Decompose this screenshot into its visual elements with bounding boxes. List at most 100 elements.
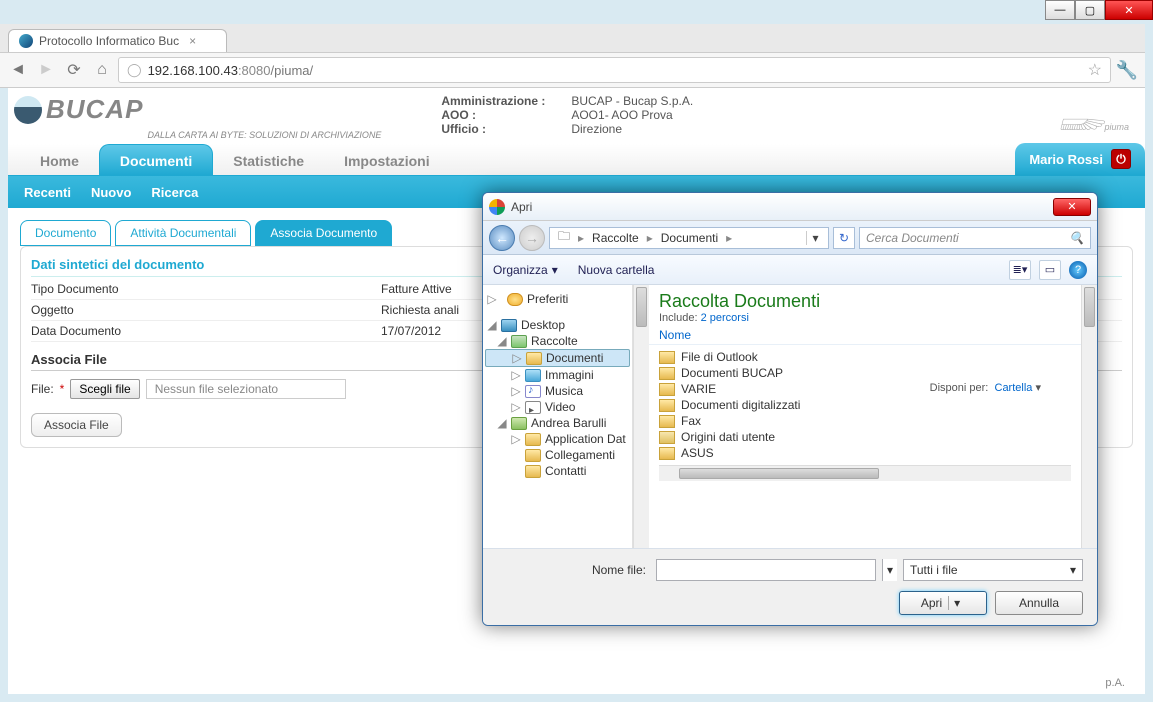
- list-item[interactable]: Fax: [659, 413, 1071, 429]
- field-value: 17/07/2012: [381, 324, 441, 338]
- choose-file-button[interactable]: Scegli file: [70, 379, 139, 399]
- search-icon: 🔍: [1069, 231, 1084, 245]
- help-icon[interactable]: ?: [1069, 261, 1087, 279]
- library-icon: [511, 335, 527, 348]
- scroll-thumb[interactable]: [1084, 287, 1095, 327]
- back-button[interactable]: ◄: [6, 58, 30, 82]
- logo-mark-icon: [14, 96, 42, 124]
- tree-scrollbar[interactable]: [633, 285, 649, 548]
- tree-desktop[interactable]: ◢Desktop: [485, 317, 630, 333]
- tree-raccolte[interactable]: ◢Raccolte: [485, 333, 630, 349]
- subtab-ricerca[interactable]: Ricerca: [151, 185, 198, 200]
- list-item[interactable]: File di Outlook: [659, 349, 1071, 365]
- subtab-nuovo[interactable]: Nuovo: [91, 185, 131, 200]
- forward-button[interactable]: ►: [34, 58, 58, 82]
- tree-immagini[interactable]: ▷Immagini: [485, 367, 630, 383]
- window-maximize-button[interactable]: ▢: [1075, 0, 1105, 20]
- window-minimize-button[interactable]: —: [1045, 0, 1075, 20]
- new-folder-button[interactable]: Nuova cartella: [578, 263, 655, 277]
- crumb-raccolte[interactable]: Raccolte: [588, 231, 643, 245]
- page-header: BUCAP DALLA CARTA AI BYTE: SOLUZIONI DI …: [8, 88, 1145, 144]
- tree-video[interactable]: ▷Video: [485, 399, 630, 415]
- ufficio-value: Direzione: [571, 122, 622, 136]
- list-scrollbar[interactable]: [1081, 285, 1097, 548]
- scroll-thumb[interactable]: [679, 468, 879, 479]
- browser-tabbar: Protocollo Informatico Buc ×: [0, 24, 1145, 52]
- folder-icon: [659, 431, 675, 444]
- filename-dropdown-icon[interactable]: ▾: [882, 559, 897, 581]
- list-item[interactable]: Origini dati utente: [659, 429, 1071, 445]
- tree-appdata[interactable]: ▷Application Dat: [485, 431, 630, 447]
- tree-preferiti[interactable]: ▷Preferiti: [485, 291, 630, 307]
- tree-contatti[interactable]: Contatti: [485, 463, 630, 479]
- settings-wrench-icon[interactable]: 🔧: [1115, 58, 1139, 82]
- logout-power-icon[interactable]: ⏻: [1111, 149, 1131, 169]
- folder-tree: ▷Preferiti ◢Desktop ◢Raccolte ▷Documenti…: [483, 285, 633, 548]
- folder-icon: [659, 367, 675, 380]
- logo-tagline: DALLA CARTA AI BYTE: SOLUZIONI DI ARCHIV…: [147, 130, 381, 144]
- home-button[interactable]: ⌂: [90, 58, 114, 82]
- file-filter-dropdown[interactable]: Tutti i file▾: [903, 559, 1083, 581]
- crumb-sep: ▸: [722, 231, 736, 245]
- list-item[interactable]: Documenti digitalizzati: [659, 397, 1071, 413]
- tree-user[interactable]: ◢Andrea Barulli: [485, 415, 630, 431]
- organize-button[interactable]: Organizza▾: [493, 263, 558, 277]
- reload-button[interactable]: ⟳: [62, 58, 86, 82]
- tree-collegamenti[interactable]: Collegamenti: [485, 447, 630, 463]
- tree-documenti[interactable]: ▷Documenti: [485, 349, 630, 367]
- cancel-button[interactable]: Annulla: [995, 591, 1083, 615]
- dialog-nav: ← → 🗀 ▸ Raccolte ▸ Documenti ▸ ▾ ↻ Cerca…: [483, 221, 1097, 255]
- scroll-thumb[interactable]: [636, 287, 647, 327]
- filename-input[interactable]: [656, 559, 876, 581]
- subtab-recenti[interactable]: Recenti: [24, 185, 71, 200]
- tree-musica[interactable]: ▷Musica: [485, 383, 630, 399]
- preview-pane-button[interactable]: ▭: [1039, 260, 1061, 280]
- address-input[interactable]: ◯ 192.168.100.43:8080/piuma/ ☆: [118, 57, 1111, 83]
- tab-impostazioni[interactable]: Impostazioni: [324, 145, 450, 175]
- open-button[interactable]: Apri▾: [899, 591, 987, 615]
- dialog-bottom: Nome file: ▾ Tutti i file▾ Apri▾ Annulla: [483, 548, 1097, 625]
- view-mode-button[interactable]: ≣▾: [1009, 260, 1031, 280]
- include-link[interactable]: 2 percorsi: [701, 312, 749, 324]
- field-label: Tipo Documento: [31, 282, 381, 296]
- logo-word: BUCAP: [46, 94, 143, 125]
- list-item[interactable]: Documenti BUCAP: [659, 365, 1071, 381]
- admin-info: Amministrazione :BUCAP - Bucap S.p.A. AO…: [441, 94, 693, 136]
- browser-tab[interactable]: Protocollo Informatico Buc ×: [8, 29, 227, 52]
- open-split-icon[interactable]: ▾: [948, 596, 965, 610]
- user-chip[interactable]: Mario Rossi ⏻: [1015, 143, 1145, 175]
- crumb-documenti[interactable]: Documenti: [657, 231, 722, 245]
- refresh-button[interactable]: ↻: [833, 227, 855, 249]
- bookmark-star-icon[interactable]: ☆: [1088, 60, 1102, 80]
- tab-close-icon[interactable]: ×: [189, 34, 196, 48]
- dialog-titlebar[interactable]: Apri ✕: [483, 193, 1097, 221]
- dialog-search-input[interactable]: Cerca Documenti 🔍: [859, 227, 1091, 249]
- crumb-sep: ▸: [643, 231, 657, 245]
- chevron-down-icon: ▾: [1035, 382, 1041, 394]
- tab-documenti[interactable]: Documenti: [99, 144, 213, 175]
- folder-icon: [659, 447, 675, 460]
- filename-label: Nome file:: [592, 563, 646, 577]
- field-value: Fatture Attive: [381, 282, 452, 296]
- tab-home[interactable]: Home: [20, 145, 99, 175]
- dialog-back-button[interactable]: ←: [489, 225, 515, 251]
- folder-icon: 🗀: [554, 227, 574, 248]
- folder-icon: [659, 399, 675, 412]
- associa-file-button[interactable]: Associa File: [31, 413, 122, 437]
- crumb-dropdown-icon[interactable]: ▾: [806, 231, 824, 245]
- window-close-button[interactable]: ✕: [1105, 0, 1153, 20]
- column-header-name[interactable]: Nome: [649, 326, 1081, 345]
- itab-associa[interactable]: Associa Documento: [255, 220, 392, 246]
- list-hscrollbar[interactable]: [659, 465, 1071, 481]
- video-icon: [525, 401, 541, 414]
- globe-icon: ◯: [127, 62, 142, 78]
- breadcrumb[interactable]: 🗀 ▸ Raccolte ▸ Documenti ▸ ▾: [549, 227, 829, 249]
- dialog-forward-button[interactable]: →: [519, 225, 545, 251]
- dialog-close-button[interactable]: ✕: [1053, 198, 1091, 216]
- window-controls: — ▢ ✕: [1045, 0, 1153, 20]
- itab-documento[interactable]: Documento: [20, 220, 111, 246]
- itab-attivita[interactable]: Attività Documentali: [115, 220, 251, 246]
- arrange-by[interactable]: Disponi per: Cartella ▾: [930, 381, 1041, 394]
- tab-statistiche[interactable]: Statistiche: [213, 145, 324, 175]
- list-item[interactable]: ASUS: [659, 445, 1071, 461]
